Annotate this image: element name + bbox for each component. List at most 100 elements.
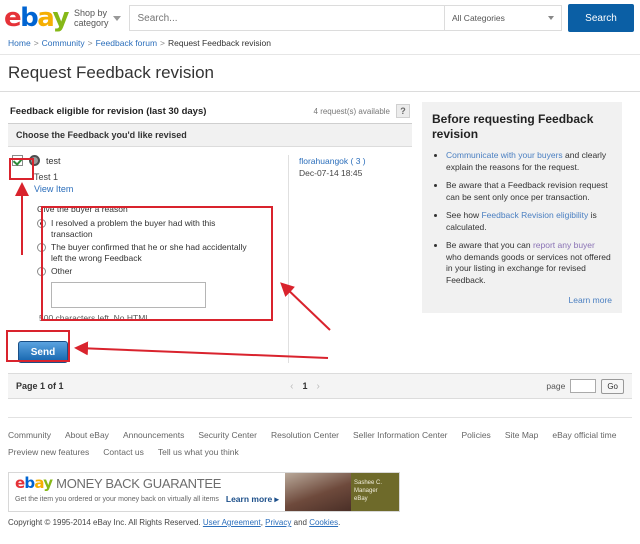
badge-name: Sashee C. — [354, 480, 383, 486]
reason-option-buyer-confirmed[interactable]: The buyer confirmed that he or she had a… — [37, 241, 266, 265]
cookies-link[interactable]: Cookies — [309, 518, 338, 527]
radio-other[interactable] — [37, 267, 46, 276]
panel-title: Feedback eligible for revision (last 30 … — [10, 105, 207, 117]
sidebar-title: Before requesting Feedback revision — [432, 112, 594, 141]
badge-role: Manager — [354, 488, 378, 494]
shop-by-category-menu[interactable]: Shop by category — [74, 8, 129, 28]
chevron-down-icon — [112, 15, 121, 21]
current-page-number[interactable]: 1 — [302, 381, 307, 391]
shop-by-line1: Shop by — [73, 8, 107, 18]
reason-option-label: I resolved a problem the buyer had with … — [51, 218, 216, 239]
radio-resolved-problem[interactable] — [37, 219, 46, 228]
banner-subtext-row: Get the item you ordered or your money b… — [15, 491, 285, 505]
logo-letter-e: e — [4, 3, 22, 33]
breadcrumb-item-feedback-forum[interactable]: Feedback forum — [96, 38, 157, 48]
feedback-item-info: Test 1 View Item — [12, 166, 288, 196]
other-reason-textarea[interactable] — [51, 282, 206, 308]
pagination-controls: ‹ 1 › — [64, 381, 547, 392]
footer-link-site-map[interactable]: Site Map — [505, 430, 539, 440]
banner-subtext: Get the item you ordered or your money b… — [15, 496, 219, 503]
footer-link-about-ebay[interactable]: About eBay — [65, 430, 109, 440]
breadcrumb-separator: > — [33, 38, 39, 48]
feedback-buyer-info: florahuangok ( 3 ) Dec-07-14 18:45 — [288, 155, 412, 363]
money-back-guarantee-banner[interactable]: ebay MONEY BACK GUARANTEE Get the item y… — [8, 472, 400, 512]
before-requesting-panel: Before requesting Feedback revision Comm… — [422, 102, 622, 313]
search-button[interactable]: Search — [568, 4, 634, 32]
pagination-bar: Page 1 of 1 ‹ 1 › page Go — [8, 373, 632, 399]
feedback-comment: test — [46, 155, 61, 166]
feedback-left: test Test 1 View Item Give the buyer a r… — [8, 155, 288, 363]
footer-link-contact-us[interactable]: Contact us — [103, 447, 144, 457]
page-number-input[interactable] — [570, 379, 597, 393]
reason-option-label: Other — [51, 266, 73, 276]
footer-row-1: Community About eBay Announcements Secur… — [8, 430, 632, 447]
banner-person-photo — [285, 473, 351, 511]
category-select-value: All Categories — [452, 13, 505, 23]
category-select[interactable]: All Categories — [444, 5, 562, 31]
copyright-line: Copyright © 1995-2014 eBay Inc. All Righ… — [0, 512, 640, 527]
footer-link-community[interactable]: Community — [8, 430, 51, 440]
footer-link-seller-information-center[interactable]: Seller Information Center — [353, 430, 448, 440]
privacy-link[interactable]: Privacy — [265, 518, 291, 527]
footer-link-ebay-official-time[interactable]: eBay official time — [552, 430, 616, 440]
footer-link-resolution-center[interactable]: Resolution Center — [271, 430, 339, 440]
shop-by-line2: category — [73, 18, 109, 28]
footer-link-security-center[interactable]: Security Center — [198, 430, 257, 440]
banner-headline: MONEY BACK GUARANTEE — [56, 476, 222, 491]
go-button[interactable]: Go — [601, 378, 624, 394]
learn-more-link[interactable]: Learn more — [569, 295, 612, 305]
footer-row-2: Preview new features Contact us Tell us … — [8, 447, 632, 464]
copyright-sep: and — [291, 518, 310, 527]
communicate-with-buyers-link[interactable]: Communicate with your buyers — [446, 150, 563, 160]
banner-content: ebay MONEY BACK GUARANTEE Get the item y… — [9, 473, 285, 511]
bullet-text: See how — [446, 210, 482, 220]
feedback-item-title: Test 1 — [34, 172, 59, 182]
breadcrumb-item-home[interactable]: Home — [8, 38, 31, 48]
banner-headline-row: ebay MONEY BACK GUARANTEE — [15, 476, 285, 492]
reason-option-other[interactable]: Other — [37, 265, 266, 278]
report-any-buyer-link[interactable]: report any buyer — [533, 240, 595, 250]
footer-link-announcements[interactable]: Announcements — [123, 430, 184, 440]
reason-option-resolved[interactable]: I resolved a problem the buyer had with … — [37, 217, 266, 241]
breadcrumb-item-community[interactable]: Community — [42, 38, 85, 48]
banner-learn-more-link[interactable]: Learn more ▸ — [226, 494, 279, 505]
send-button[interactable]: Send — [18, 341, 68, 363]
feedback-select-checkbox[interactable] — [12, 155, 23, 166]
prev-page-icon[interactable]: ‹ — [290, 381, 293, 392]
breadcrumb: Home > Community > Feedback forum > Request Fe… — [0, 36, 640, 55]
character-count-note: 500 characters left. No HTML. — [39, 313, 153, 323]
list-item: See how Feedback Revision eligibility is… — [446, 210, 612, 240]
main-column: Feedback eligible for revision (last 30 … — [8, 102, 412, 363]
feedback-rating-icon — [29, 155, 40, 166]
view-item-link[interactable]: View Item — [34, 183, 288, 196]
radio-buyer-confirmed[interactable] — [37, 243, 46, 252]
logo-letter-y: y — [52, 3, 70, 33]
send-button-wrap: Send — [12, 327, 288, 363]
panel-header-right: 4 request(s) available ? — [314, 104, 410, 118]
sidebar-learn-more: Learn more — [432, 293, 612, 305]
sidebar-column: Before requesting Feedback revision Comm… — [422, 102, 622, 363]
buyer-name-link[interactable]: florahuangok ( 3 ) — [299, 155, 412, 167]
list-item: Be aware that a Feedback revision reques… — [446, 180, 612, 210]
list-item: Be aware that you can report any buyer w… — [446, 240, 612, 293]
ebay-logo[interactable]: ebay — [4, 5, 74, 31]
site-header: ebay Shop by category All Categories Sea… — [0, 0, 640, 36]
eligible-feedback-header: Feedback eligible for revision (last 30 … — [8, 102, 412, 124]
footer-link-preview-new-features[interactable]: Preview new features — [8, 447, 89, 457]
bullet-text: Be aware that a Feedback revision reques… — [446, 180, 608, 202]
user-agreement-link[interactable]: User Agreement — [203, 518, 261, 527]
list-item: Communicate with your buyers and clearly… — [446, 150, 612, 180]
feedback-row: test Test 1 View Item Give the buyer a r… — [8, 147, 412, 363]
footer-link-policies[interactable]: Policies — [462, 430, 491, 440]
footer-link-tell-us-what-you-think[interactable]: Tell us what you think — [158, 447, 239, 457]
feedback-revision-eligibility-link[interactable]: Feedback Revision eligibility — [481, 210, 588, 220]
help-icon[interactable]: ? — [396, 104, 410, 118]
requests-available-text: 4 request(s) available — [313, 106, 390, 116]
search-input[interactable] — [128, 5, 444, 31]
next-page-icon[interactable]: › — [316, 381, 319, 392]
ebay-page: ebay Shop by category All Categories Sea… — [0, 0, 640, 544]
chevron-down-icon — [548, 16, 554, 20]
badge-company: eBay — [354, 496, 368, 502]
sidebar-bullet-list: Communicate with your buyers and clearly… — [432, 150, 612, 293]
body-columns: Feedback eligible for revision (last 30 … — [0, 92, 640, 363]
